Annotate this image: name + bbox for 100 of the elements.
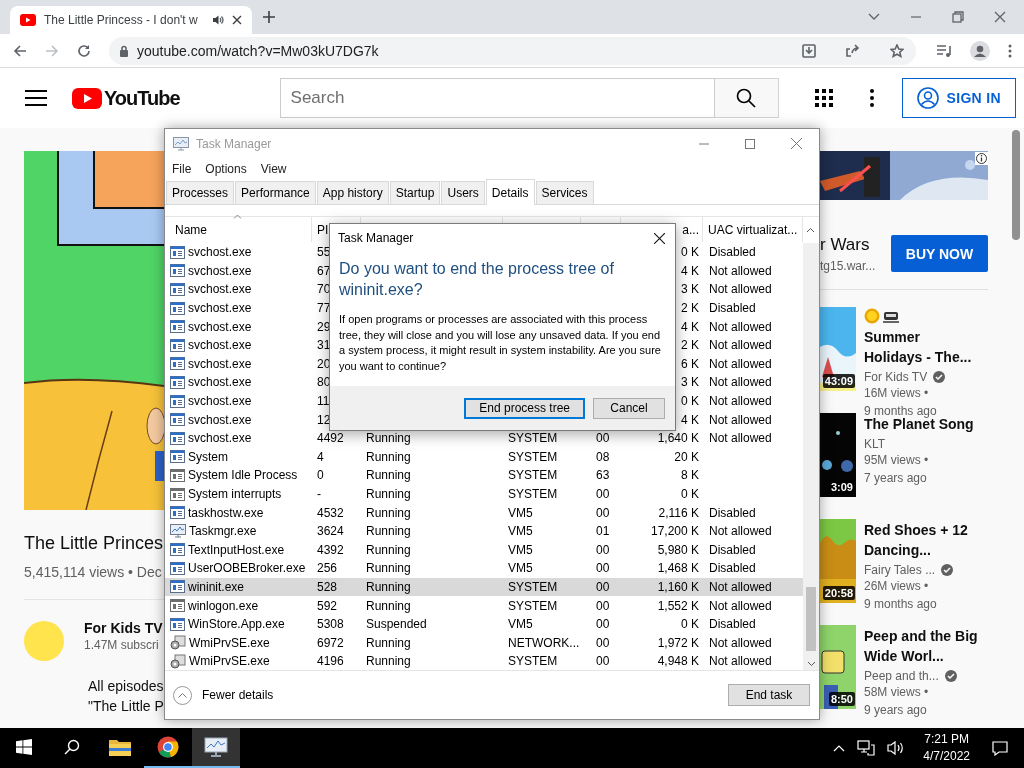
table-cell: Not allowed bbox=[709, 580, 772, 594]
table-cell: 31 bbox=[317, 338, 331, 353]
table-cell: 0 K bbox=[681, 617, 699, 632]
process-name: UserOOBEBroker.exe bbox=[188, 561, 306, 576]
table-cell: Running bbox=[366, 431, 411, 446]
table-cell: 2 K bbox=[681, 301, 699, 316]
table-cell: Disabled bbox=[709, 301, 756, 316]
process-name: taskhostw.exe bbox=[188, 505, 264, 520]
table-cell: 2 K bbox=[681, 338, 699, 353]
table-cell: 00 bbox=[596, 580, 610, 594]
table-cell: Disabled bbox=[709, 542, 756, 557]
process-name: System bbox=[188, 449, 228, 464]
table-cell: 5308 bbox=[317, 617, 344, 632]
process-name: Taskmgr.exe bbox=[189, 524, 257, 539]
table-cell: Disabled bbox=[709, 245, 756, 260]
table-cell: Not allowed bbox=[709, 338, 772, 353]
table-cell: 00 bbox=[596, 542, 610, 557]
table-cell: Running bbox=[366, 635, 411, 650]
table-cell: 3624 bbox=[317, 524, 344, 539]
table-cell: 6972 bbox=[317, 635, 344, 650]
table-cell: SYSTEM bbox=[508, 487, 558, 501]
duration-badge: 8:50 bbox=[828, 692, 855, 706]
duration-badge: 43:09 bbox=[822, 374, 855, 388]
video-stats: 5,415,114 views • Dec bbox=[24, 564, 163, 580]
table-cell: 4392 bbox=[317, 542, 344, 557]
process-name: WmiPrvSE.exe bbox=[189, 654, 270, 669]
table-cell: 08 bbox=[596, 449, 610, 464]
table-cell: 256 bbox=[317, 561, 338, 576]
upload-age: 9 months ago bbox=[864, 596, 938, 613]
process-name: svchost.exe bbox=[188, 431, 252, 446]
table-cell: 4 K bbox=[681, 319, 699, 334]
table-cell: Suspended bbox=[366, 617, 427, 632]
table-cell: Not allowed bbox=[709, 524, 772, 539]
subscriber-count: 1.47M subscri bbox=[84, 638, 160, 652]
process-name: svchost.exe bbox=[188, 394, 252, 409]
table-cell: 00 bbox=[596, 561, 610, 576]
process-name: svchost.exe bbox=[188, 338, 252, 353]
table-cell: Running bbox=[366, 598, 411, 613]
table-cell: Disabled bbox=[709, 505, 756, 520]
table-cell: Not allowed bbox=[709, 654, 772, 669]
table-cell: Not allowed bbox=[709, 598, 772, 613]
table-cell: 00 bbox=[596, 505, 610, 520]
video-title: The Little Princes bbox=[24, 532, 164, 555]
table-cell: NETWORK... bbox=[508, 635, 580, 650]
description-line: All episodes bbox=[88, 677, 164, 696]
table-cell: 5,980 K bbox=[657, 542, 699, 557]
table-cell: Running bbox=[366, 468, 411, 483]
table-cell: 3 K bbox=[681, 282, 699, 297]
window-title: Task Manager bbox=[196, 136, 272, 151]
table-cell: 4 K bbox=[681, 263, 699, 278]
table-cell: Running bbox=[366, 561, 411, 576]
table-cell: 01 bbox=[596, 524, 610, 539]
table-cell: 0 K bbox=[681, 487, 699, 501]
table-cell: 00 bbox=[596, 654, 610, 669]
table-cell: 4 K bbox=[681, 412, 699, 427]
table-cell: 63 bbox=[596, 468, 610, 483]
table-cell: 0 bbox=[317, 468, 324, 483]
process-name: svchost.exe bbox=[188, 375, 252, 390]
table-cell: SYSTEM bbox=[508, 598, 558, 613]
process-name: System Idle Process bbox=[188, 468, 298, 483]
table-cell: Not allowed bbox=[709, 412, 772, 427]
table-cell: 528 bbox=[317, 580, 338, 594]
dialog-title: Task Manager bbox=[338, 231, 415, 245]
table-cell: SYSTEM bbox=[508, 580, 558, 594]
table-cell: Running bbox=[366, 487, 411, 501]
table-cell: 1,160 K bbox=[657, 580, 699, 594]
view-count: 95M views • bbox=[864, 452, 930, 469]
table-cell: VM5 bbox=[508, 505, 533, 520]
table-cell: VM5 bbox=[508, 561, 533, 576]
table-cell: Running bbox=[366, 449, 411, 464]
process-name: winlogon.exe bbox=[188, 598, 259, 613]
process-name: WinStore.App.exe bbox=[188, 617, 285, 632]
process-name: svchost.exe bbox=[188, 301, 252, 316]
table-cell: Running bbox=[366, 524, 411, 539]
process-name: System interrupts bbox=[188, 487, 282, 501]
table-cell: Not allowed bbox=[709, 431, 772, 446]
table-cell: 00 bbox=[596, 598, 610, 613]
table-cell: SYSTEM bbox=[508, 449, 558, 464]
process-name: WmiPrvSE.exe bbox=[189, 635, 270, 650]
process-name: svchost.exe bbox=[188, 356, 252, 371]
table-cell: Running bbox=[366, 542, 411, 557]
table-cell: Not allowed bbox=[709, 375, 772, 390]
table-cell: 4,948 K bbox=[657, 654, 699, 669]
table-cell: VM5 bbox=[508, 542, 533, 557]
table-cell: 0 K bbox=[681, 394, 699, 409]
table-cell: 4532 bbox=[317, 505, 344, 520]
view-count: 16M views • bbox=[864, 385, 930, 402]
table-cell: 00 bbox=[596, 635, 610, 650]
process-name: svchost.exe bbox=[188, 282, 252, 297]
description-line: "The Little P bbox=[88, 697, 164, 716]
table-cell: 4492 bbox=[317, 431, 344, 446]
table-cell: Not allowed bbox=[709, 282, 772, 297]
table-cell: Not allowed bbox=[709, 263, 772, 278]
table-cell: 00 bbox=[596, 617, 610, 632]
table-cell: 4196 bbox=[317, 654, 344, 669]
table-cell: Not allowed bbox=[709, 319, 772, 334]
table-cell: 20 K bbox=[674, 449, 699, 464]
process-name: svchost.exe bbox=[188, 412, 252, 427]
table-cell: 1,552 K bbox=[657, 598, 699, 613]
table-cell: VM5 bbox=[508, 617, 533, 632]
